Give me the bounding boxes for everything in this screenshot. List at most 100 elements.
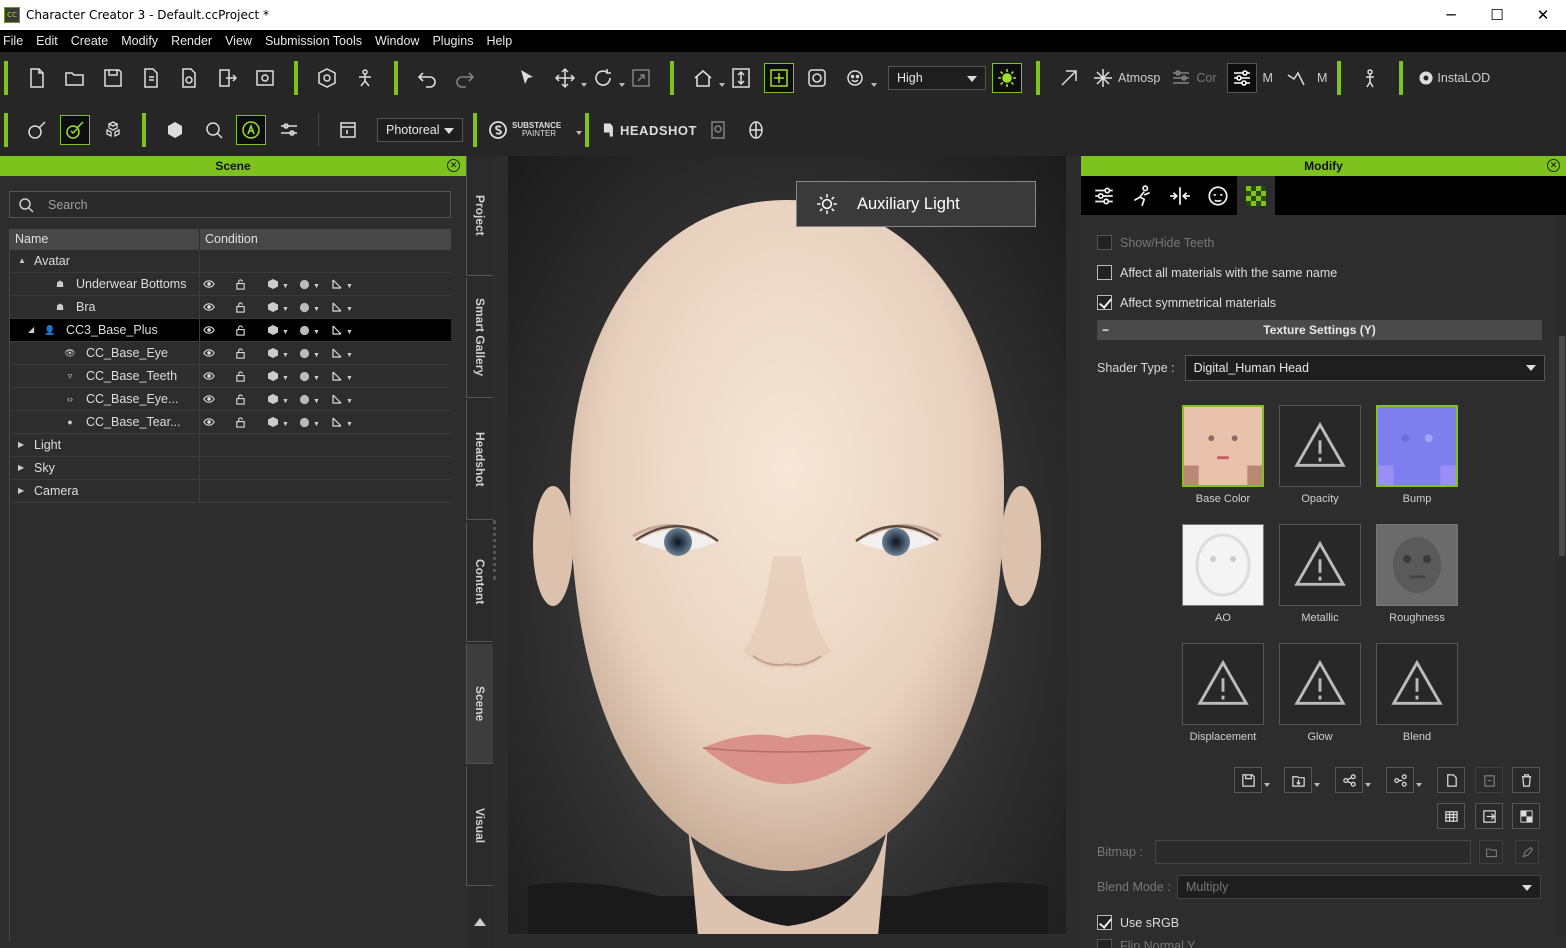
select-icon[interactable] bbox=[512, 63, 542, 93]
base-color-thumbnail[interactable] bbox=[1182, 405, 1264, 487]
atmosphere-label[interactable]: Atmosp bbox=[1118, 71, 1160, 85]
texture-slot-metallic[interactable]: Metallic bbox=[1279, 524, 1361, 624]
texture-slot-displacement[interactable]: Displacement bbox=[1182, 643, 1264, 743]
export-texture-button[interactable] bbox=[1475, 803, 1503, 829]
delete-texture-button[interactable] bbox=[1512, 767, 1540, 793]
mesh-cube-icon[interactable]: ▼ bbox=[267, 408, 299, 436]
tree-row[interactable]: ● CC_Base_Tear... ▼ ▼ ▼ bbox=[10, 411, 451, 434]
ao-thumbnail[interactable] bbox=[1182, 524, 1264, 606]
checker-button[interactable] bbox=[1512, 803, 1540, 829]
atmosphere-icon[interactable] bbox=[1092, 63, 1114, 93]
scale-icon[interactable] bbox=[626, 63, 656, 93]
minimize-button[interactable]: ─ bbox=[1428, 6, 1474, 24]
modify-panel-label[interactable]: M bbox=[1263, 71, 1273, 85]
save-icon[interactable] bbox=[98, 63, 128, 93]
redo-icon[interactable] bbox=[450, 63, 480, 93]
checkbox[interactable] bbox=[1097, 295, 1112, 310]
texture-slot-roughness[interactable]: Roughness bbox=[1376, 524, 1458, 624]
opacity-thumbnail[interactable] bbox=[1279, 405, 1361, 487]
preview-icon[interactable] bbox=[250, 63, 280, 93]
new-file-icon[interactable] bbox=[22, 63, 52, 93]
instalod-label[interactable]: InstaLOD bbox=[1437, 71, 1490, 85]
mocap-icon[interactable] bbox=[1054, 63, 1084, 93]
column-condition[interactable]: Condition bbox=[200, 229, 451, 250]
quality-dropdown[interactable]: High bbox=[888, 66, 986, 90]
share-button[interactable] bbox=[1335, 767, 1371, 793]
tab-scene[interactable]: Scene bbox=[466, 644, 493, 764]
menu-render[interactable]: Render bbox=[168, 34, 220, 48]
instalod-icon[interactable] bbox=[1417, 63, 1435, 93]
blend-mode-dropdown[interactable]: Multiply bbox=[1177, 875, 1541, 899]
menu-view[interactable]: View bbox=[222, 34, 260, 48]
blend-thumbnail[interactable] bbox=[1376, 643, 1458, 725]
glow-thumbnail[interactable] bbox=[1279, 643, 1361, 725]
animation-label[interactable]: M bbox=[1317, 71, 1327, 85]
home-camera-icon[interactable] bbox=[688, 63, 725, 93]
tab-headshot[interactable]: Headshot bbox=[466, 400, 493, 520]
shader-type-dropdown[interactable]: Digital_Human Head bbox=[1184, 355, 1545, 381]
save-texture-button[interactable] bbox=[1234, 767, 1270, 793]
checkbox[interactable] bbox=[1097, 265, 1112, 280]
texture-slot-glow[interactable]: Glow bbox=[1279, 643, 1361, 743]
tab-project[interactable]: Project bbox=[466, 156, 493, 276]
show-hide-teeth-checkbox[interactable]: Show/Hide Teeth bbox=[1097, 235, 1214, 250]
expand-arrow-icon[interactable]: ◢ bbox=[28, 319, 38, 341]
visibility-eye-icon[interactable] bbox=[203, 408, 235, 436]
close-window-button[interactable]: ✕ bbox=[1520, 6, 1566, 24]
menu-edit[interactable]: Edit bbox=[33, 34, 66, 48]
tab-morph-icon[interactable] bbox=[1161, 176, 1199, 215]
texture-slot-ao[interactable]: AO bbox=[1182, 524, 1264, 624]
search-input[interactable] bbox=[48, 197, 428, 212]
cubes-icon[interactable] bbox=[98, 115, 128, 145]
expand-arrow-icon[interactable]: ▶ bbox=[18, 480, 28, 502]
import-obj-icon[interactable] bbox=[174, 63, 204, 93]
headshot-photo-icon[interactable] bbox=[703, 115, 733, 145]
color-settings-icon[interactable] bbox=[1170, 63, 1192, 93]
modify-panel-icon[interactable] bbox=[1226, 63, 1257, 93]
search-material-icon[interactable] bbox=[198, 115, 228, 145]
tab-smart-gallery[interactable]: Smart Gallery bbox=[466, 278, 493, 398]
expand-arrow-icon[interactable]: ▶ bbox=[18, 457, 28, 479]
auxiliary-light-label[interactable]: Auxiliary Light bbox=[796, 181, 1036, 227]
fit-vertical-icon[interactable] bbox=[726, 63, 756, 93]
color-label[interactable]: Cor bbox=[1196, 71, 1216, 85]
paste-texture-button[interactable] bbox=[1475, 767, 1503, 793]
roughness-thumbnail[interactable] bbox=[1376, 524, 1458, 606]
scene-search[interactable] bbox=[9, 191, 451, 218]
render-mode-dropdown[interactable]: Photoreal bbox=[377, 118, 463, 142]
sculpt-icon[interactable] bbox=[60, 115, 90, 145]
texture-slot-bump[interactable]: Bump bbox=[1376, 405, 1458, 505]
face-icon[interactable] bbox=[840, 63, 877, 93]
rotate-icon[interactable] bbox=[588, 63, 625, 93]
collapse-icon[interactable]: − bbox=[1102, 320, 1109, 340]
tab-content[interactable]: Content bbox=[466, 522, 493, 642]
tree-row[interactable]: ▶ Sky bbox=[10, 457, 451, 480]
menu-submission-tools[interactable]: Submission Tools bbox=[262, 34, 370, 48]
expand-arrow-icon[interactable]: ▶ bbox=[18, 434, 28, 456]
tab-attributes-icon[interactable] bbox=[1085, 176, 1123, 215]
affect-symmetrical-checkbox[interactable]: Affect symmetrical materials bbox=[1097, 295, 1276, 310]
import-icon[interactable] bbox=[136, 63, 166, 93]
displacement-thumbnail[interactable] bbox=[1182, 643, 1264, 725]
substance-painter-button[interactable]: SUBSTANCE PAINTER bbox=[487, 119, 582, 141]
undo-icon[interactable] bbox=[412, 63, 442, 93]
connect-button[interactable] bbox=[1386, 767, 1422, 793]
tab-face-icon[interactable] bbox=[1199, 176, 1237, 215]
material-sphere-icon[interactable]: ▼ bbox=[299, 408, 331, 436]
character-icon[interactable] bbox=[312, 63, 342, 93]
flip-normal-checkbox[interactable]: Flip Normal Y bbox=[1097, 939, 1195, 948]
morph-icon[interactable] bbox=[22, 115, 52, 145]
close-panel-icon[interactable]: ✕ bbox=[1547, 159, 1560, 172]
camera-view-icon[interactable] bbox=[802, 63, 832, 93]
fit-selection-icon[interactable] bbox=[764, 63, 794, 93]
use-srgb-checkbox[interactable]: Use sRGB bbox=[1097, 915, 1179, 930]
menu-create[interactable]: Create bbox=[68, 34, 117, 48]
tab-motion-icon[interactable] bbox=[1123, 176, 1161, 215]
tree-row[interactable]: ▶ Camera bbox=[10, 480, 451, 503]
load-texture-button[interactable] bbox=[1284, 767, 1320, 793]
open-folder-icon[interactable] bbox=[60, 63, 90, 93]
menu-window[interactable]: Window bbox=[372, 34, 427, 48]
checkbox[interactable] bbox=[1097, 235, 1112, 250]
scrollbar-thumb[interactable] bbox=[1559, 336, 1565, 556]
move-icon[interactable] bbox=[550, 63, 587, 93]
